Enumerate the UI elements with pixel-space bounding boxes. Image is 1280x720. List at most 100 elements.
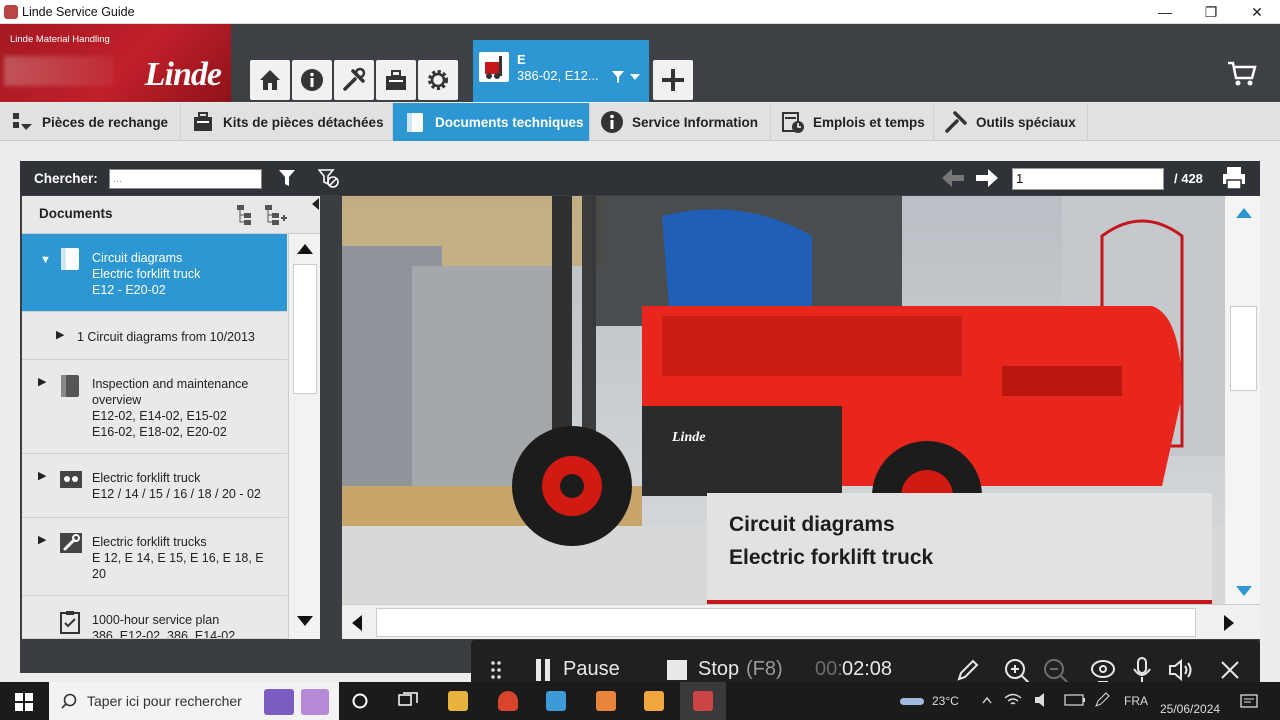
cart-button[interactable] — [1226, 60, 1258, 88]
collapsed-arrow-icon[interactable]: ▶ — [38, 468, 46, 484]
chevron-down-icon — [630, 74, 640, 80]
tools-icon — [944, 110, 968, 134]
settings-button[interactable] — [418, 60, 458, 100]
battery-icon[interactable] — [1064, 694, 1086, 706]
list-item-inspection-maintenance[interactable]: ▶ Inspection and maintenance overview E1… — [22, 360, 287, 454]
brave-browser-icon[interactable] — [498, 691, 518, 711]
tray-chevron-icon[interactable] — [982, 696, 992, 704]
previous-page-icon[interactable] — [940, 168, 966, 188]
input-language[interactable]: FRA — [1124, 694, 1148, 708]
item-line: E12 - E20-02 — [92, 283, 166, 297]
tab-service-information[interactable]: Service Information — [590, 103, 771, 141]
zoom-out-icon[interactable] — [1043, 658, 1069, 684]
tools-button[interactable] — [334, 60, 374, 100]
toolbox-button[interactable] — [376, 60, 416, 100]
collapsed-arrow-icon[interactable]: ▶ — [38, 532, 46, 548]
webcam-icon[interactable] — [1090, 658, 1116, 684]
taskbar-search[interactable]: Taper ici pour rechercher — [49, 682, 339, 720]
maximize-button[interactable]: ❐ — [1188, 0, 1234, 24]
cortana-icon[interactable] — [352, 693, 368, 709]
expanded-arrow-icon[interactable]: ▼ — [40, 252, 51, 268]
home-button[interactable] — [250, 60, 290, 100]
sidebar-scroll-thumb[interactable] — [293, 264, 317, 394]
item-line: 386, E12-02, 386, E14-02 — [92, 629, 236, 639]
next-page-icon[interactable] — [974, 168, 1000, 188]
filter-icon[interactable] — [278, 169, 296, 187]
info-icon — [301, 69, 323, 91]
app-header: Linde Material Handling Linde E 386-02, … — [0, 24, 1280, 102]
microphone-icon[interactable] — [1133, 657, 1151, 683]
pen-icon[interactable] — [1094, 692, 1110, 708]
volume-icon[interactable] — [1034, 692, 1052, 708]
print-icon[interactable] — [1221, 165, 1247, 191]
app-icon-folder[interactable] — [644, 691, 664, 711]
sidebar-scrollbar[interactable] — [288, 234, 320, 639]
circuit-board-icon — [60, 471, 82, 488]
tab-emplois-et-temps[interactable]: Emplois et temps — [771, 103, 934, 141]
zoom-in-icon[interactable] — [1004, 658, 1030, 684]
wifi-icon[interactable] — [1004, 692, 1022, 708]
video-editor-icon — [264, 689, 294, 715]
document-vertical-scrollbar[interactable] — [1226, 196, 1260, 604]
vehicle-type: E — [517, 52, 526, 67]
linde-app-icon — [693, 691, 713, 711]
forklift-icon — [479, 52, 509, 82]
list-item-electric-forklift-truck[interactable]: ▶ Electric forklift truck E12 / 14 / 15 … — [22, 454, 287, 518]
file-explorer-icon[interactable] — [448, 691, 468, 711]
vehicle-tab[interactable]: E 386-02, E12... — [473, 40, 649, 102]
date[interactable]: 25/06/2024 — [1160, 702, 1220, 716]
nav-label: Outils spéciaux — [976, 114, 1076, 130]
tab-kits[interactable]: Kits de pièces détachées — [181, 103, 393, 141]
list-item-circuit-diagrams-2013[interactable]: ▶ 1 Circuit diagrams from 10/2013 — [22, 312, 287, 360]
collapse-sidebar-icon[interactable] — [312, 198, 320, 210]
collapsed-arrow-icon[interactable]: ▶ — [56, 327, 64, 343]
list-item-electric-forklift-trucks[interactable]: ▶ Electric forklift trucks E 12, E 14, E… — [22, 518, 287, 596]
list-item-service-plan[interactable]: 1000-hour service plan 386, E12-02, 386,… — [22, 596, 287, 639]
info-button[interactable] — [292, 60, 332, 100]
drag-handle-icon[interactable] — [491, 661, 501, 679]
speaker-icon[interactable] — [1168, 658, 1194, 682]
scroll-down-icon — [297, 616, 313, 626]
app-icon-blue[interactable] — [546, 691, 566, 711]
add-vehicle-button[interactable] — [653, 60, 693, 100]
brand-wordmark: Linde — [144, 56, 222, 93]
clear-filter-icon[interactable] — [318, 169, 340, 189]
app-icon-orange[interactable] — [596, 691, 616, 711]
page-number-input[interactable]: 1 — [1012, 168, 1164, 190]
tab-outils-speciaux[interactable]: Outils spéciaux — [934, 103, 1088, 141]
cover-title-box: Circuit diagrams Electric forklift truck — [707, 493, 1212, 604]
wrench-icon — [60, 533, 82, 553]
toolbox-icon — [386, 70, 406, 90]
collapsed-arrow-icon[interactable]: ▶ — [38, 374, 46, 390]
windows-start-icon[interactable] — [15, 693, 33, 711]
list-item-circuit-diagrams[interactable]: ▼ Circuit diagrams Electric forklift tru… — [22, 234, 287, 312]
kits-icon — [191, 110, 215, 134]
nav-label: Service Information — [632, 114, 759, 130]
item-line: Circuit diagrams — [92, 251, 183, 265]
minimize-button[interactable]: — — [1142, 0, 1188, 24]
notification-icon[interactable] — [1240, 694, 1258, 708]
search-label: Chercher: — [34, 171, 98, 186]
nav-label: Documents techniques — [435, 114, 584, 130]
search-icon — [61, 693, 77, 709]
document-viewer: Linde Circuit diagrams Electric forklift… — [342, 196, 1260, 639]
horizontal-scroll-thumb[interactable] — [376, 608, 1196, 637]
search-input[interactable]: ... — [109, 169, 262, 189]
timer: 02:08 — [842, 658, 893, 680]
pause-icon — [536, 659, 550, 681]
pencil-icon[interactable] — [956, 658, 980, 682]
item-line: Inspection and maintenance — [92, 377, 249, 391]
expand-all-icon[interactable] — [236, 204, 258, 226]
task-view-icon[interactable] — [398, 692, 418, 710]
document-horizontal-scrollbar[interactable] — [342, 604, 1260, 639]
scroll-up-icon — [1236, 208, 1252, 218]
document-scroll-thumb[interactable] — [1230, 306, 1257, 391]
close-button[interactable]: ✕ — [1234, 0, 1280, 24]
collapse-all-icon[interactable] — [264, 204, 288, 226]
close-icon[interactable] — [1220, 660, 1240, 680]
tab-pieces-de-rechange[interactable]: Pièces de rechange — [0, 103, 181, 141]
nav-label: Emplois et temps — [813, 114, 925, 130]
item-line: E 12, E 14, E 15, E 16, E 18, E — [92, 551, 264, 565]
taskbar-active-app[interactable] — [680, 682, 726, 720]
tab-documents-techniques[interactable]: Documents techniques — [393, 103, 590, 141]
